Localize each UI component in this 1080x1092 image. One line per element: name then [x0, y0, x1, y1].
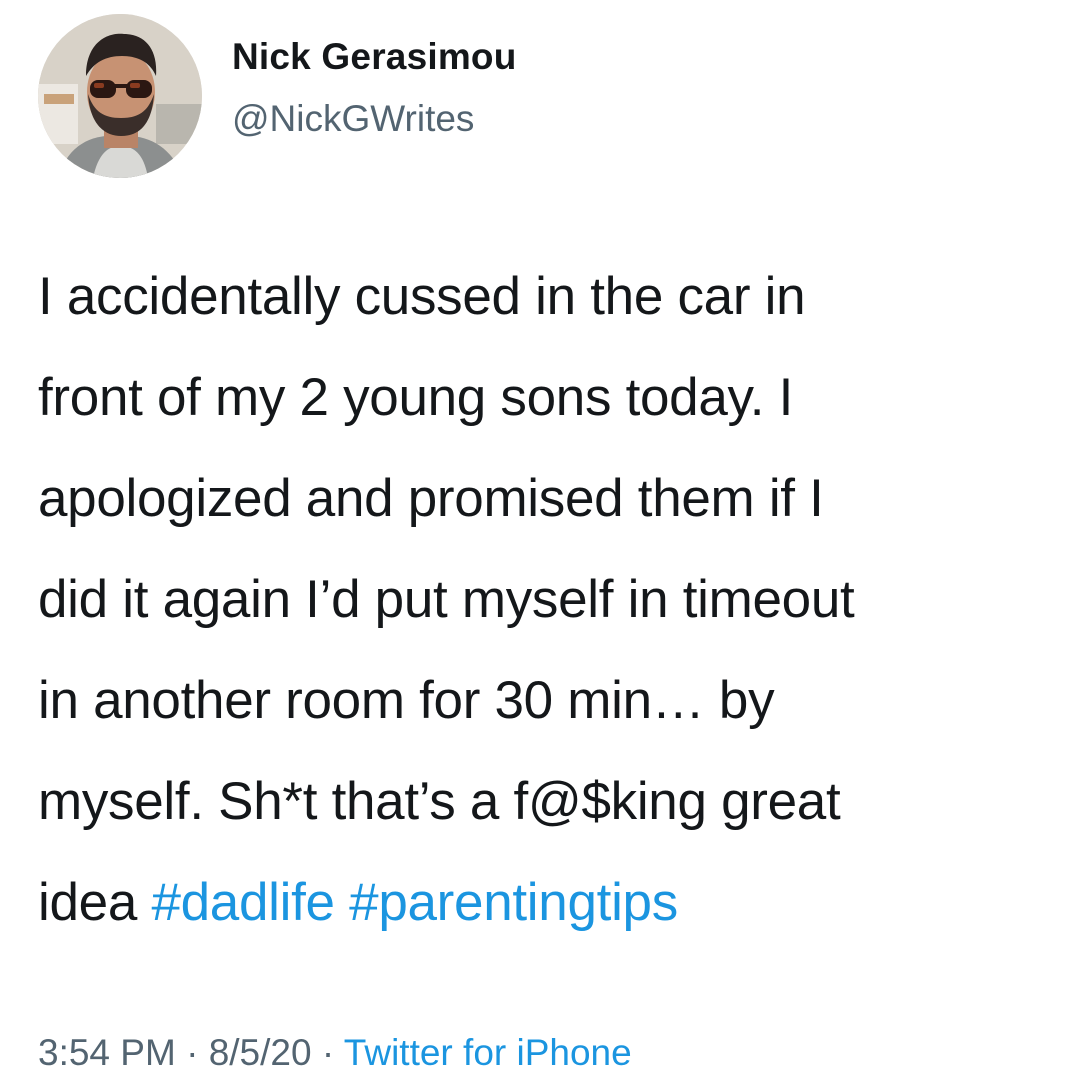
- tweet-text-line: apologized and promised them if I: [38, 469, 824, 528]
- tweet-time[interactable]: 3:54 PM: [38, 1032, 176, 1073]
- hashtag-link-dadlife[interactable]: #dadlife: [151, 873, 335, 932]
- tweet-text-line: idea: [38, 873, 138, 932]
- author-handle[interactable]: @NickGWrites: [232, 98, 474, 140]
- meta-separator: ·: [321, 1032, 335, 1073]
- tweet-text-line: I accidentally cussed in the car in: [38, 267, 806, 326]
- tweet-text: I accidentally cussed in the car in fron…: [38, 246, 1068, 953]
- tweet-text-line: did it again I’d put myself in timeout: [38, 570, 855, 629]
- avatar-image: [38, 14, 202, 178]
- tweet-text-line: myself. Sh*t that’s a f@$king great: [38, 772, 841, 831]
- tweet-text-line: front of my 2 young sons today. I: [38, 368, 794, 427]
- tweet-date[interactable]: 8/5/20: [209, 1032, 312, 1073]
- tweet-text-line: in another room for 30 min… by: [38, 671, 775, 730]
- tweet-metadata: 3:54 PM · 8/5/20 · Twitter for iPhone: [38, 1032, 632, 1074]
- meta-separator: ·: [186, 1032, 199, 1073]
- tweet-text-last-line: idea #dadlife #parentingtips: [38, 852, 1068, 953]
- tweet-card: Nick Gerasimou @NickGWrites I accidental…: [0, 0, 1080, 1092]
- hashtag-link-parentingtips[interactable]: #parentingtips: [349, 873, 678, 932]
- avatar[interactable]: [38, 14, 202, 178]
- tweet-source-link[interactable]: Twitter for iPhone: [344, 1032, 632, 1073]
- author-display-name[interactable]: Nick Gerasimou: [232, 36, 517, 78]
